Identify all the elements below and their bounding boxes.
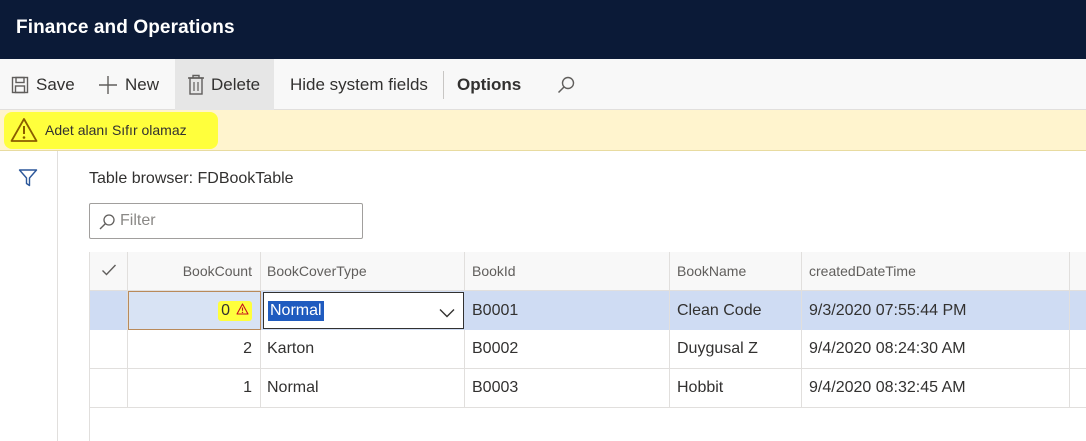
hide-system-fields-label: Hide system fields bbox=[290, 74, 428, 94]
row-selector[interactable] bbox=[90, 369, 128, 407]
overflow-cell bbox=[1070, 291, 1086, 330]
plus-icon bbox=[97, 74, 119, 96]
grid-filter[interactable] bbox=[89, 203, 363, 239]
warning-icon bbox=[236, 302, 249, 320]
checkmark-icon bbox=[101, 263, 117, 280]
bookcovertype-cell[interactable]: Karton bbox=[261, 330, 465, 368]
delete-button[interactable]: Delete bbox=[175, 59, 274, 110]
bookid-cell[interactable]: B0003 bbox=[465, 369, 670, 407]
search-button[interactable] bbox=[556, 59, 582, 110]
createddatetime-cell[interactable]: 9/4/2020 08:32:45 AM bbox=[802, 369, 1070, 407]
app-header: Finance and Operations bbox=[0, 0, 1086, 59]
chevron-down-icon[interactable] bbox=[439, 305, 455, 323]
bookname-cell[interactable]: Hobbit bbox=[670, 369, 802, 407]
warning-icon bbox=[10, 117, 38, 148]
delete-label: Delete bbox=[211, 74, 261, 94]
records-grid: BookCount BookCoverType BookId BookName … bbox=[89, 252, 1086, 441]
search-icon bbox=[556, 75, 576, 95]
app-title: Finance and Operations bbox=[16, 17, 235, 38]
action-pane: Save New Delete Hide system fields Optio… bbox=[0, 59, 1086, 110]
warning-message-text: Adet alanı Sıfır olamaz bbox=[45, 122, 187, 138]
overflow-cell bbox=[1070, 330, 1086, 368]
bookcount-error-highlight: 0 bbox=[218, 300, 252, 321]
search-icon bbox=[98, 213, 116, 236]
save-button[interactable]: Save bbox=[10, 59, 75, 110]
filter-pane-rail bbox=[0, 151, 58, 441]
filter-input[interactable] bbox=[120, 210, 350, 232]
select-all-checkbox[interactable] bbox=[90, 252, 128, 290]
options-tab[interactable]: Options bbox=[457, 59, 521, 110]
bookid-cell[interactable]: B0001 bbox=[465, 291, 670, 330]
overflow-cell bbox=[1070, 369, 1086, 407]
bookcount-cell[interactable]: 1 bbox=[128, 369, 261, 407]
table-row[interactable]: 1 Normal B0003 Hobbit 9/4/2020 08:32:45 … bbox=[90, 369, 1086, 408]
filter-funnel-icon[interactable] bbox=[18, 168, 38, 193]
bookcovertype-cell[interactable]: Normal bbox=[261, 369, 465, 407]
page-title: Table browser: FDBookTable bbox=[89, 170, 294, 187]
toolbar-divider bbox=[443, 71, 444, 99]
column-header-bookid[interactable]: BookId bbox=[465, 252, 670, 290]
options-label: Options bbox=[457, 74, 522, 94]
warning-message-bar: Adet alanı Sıfır olamaz bbox=[0, 110, 1086, 151]
bookname-cell[interactable]: Duygusal Z bbox=[670, 330, 802, 368]
bookcovertype-dropdown[interactable]: Normal bbox=[263, 292, 464, 329]
hide-system-fields-button[interactable]: Hide system fields bbox=[290, 59, 428, 110]
createddatetime-cell[interactable]: 9/3/2020 07:55:44 PM bbox=[802, 291, 1070, 330]
column-header-createddatetime[interactable]: createdDateTime bbox=[802, 252, 1070, 290]
new-button[interactable]: New bbox=[97, 59, 159, 110]
bookcount-value: 0 bbox=[221, 301, 230, 319]
new-label: New bbox=[125, 74, 160, 94]
column-header-bookcovertype[interactable]: BookCoverType bbox=[261, 252, 465, 290]
save-label: Save bbox=[36, 74, 75, 94]
row-selector[interactable] bbox=[90, 291, 128, 330]
table-row-selected[interactable]: 0 B0001 Clean Code 9/3/2020 07:55:44 PM … bbox=[90, 291, 1086, 330]
column-header-bookname[interactable]: BookName bbox=[670, 252, 802, 290]
row-selector[interactable] bbox=[90, 330, 128, 368]
table-row[interactable]: 2 Karton B0002 Duygusal Z 9/4/2020 08:24… bbox=[90, 330, 1086, 369]
createddatetime-cell[interactable]: 9/4/2020 08:24:30 AM bbox=[802, 330, 1070, 368]
bookname-cell[interactable]: Clean Code bbox=[670, 291, 802, 330]
column-header-bookcount[interactable]: BookCount bbox=[128, 252, 261, 290]
column-header-overflow bbox=[1070, 252, 1086, 290]
bookid-cell[interactable]: B0002 bbox=[465, 330, 670, 368]
bookcovertype-selected-value: Normal bbox=[268, 301, 324, 321]
save-icon bbox=[10, 75, 30, 95]
grid-header-row: BookCount BookCoverType BookId BookName … bbox=[90, 252, 1086, 291]
bookcount-cell[interactable]: 2 bbox=[128, 330, 261, 368]
bookcount-cell[interactable]: 0 bbox=[128, 291, 261, 330]
trash-icon bbox=[187, 74, 205, 96]
